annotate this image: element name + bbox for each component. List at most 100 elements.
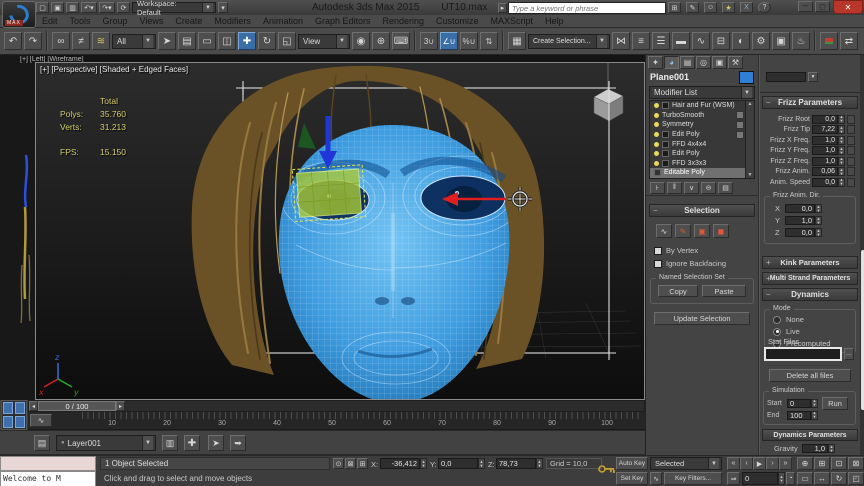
time-configuration-icon[interactable]: ◔ <box>786 472 795 485</box>
dynamics-rollout-header[interactable]: − Dynamics <box>762 287 858 301</box>
dynamics-parameters-rollout-header[interactable]: Dynamics Parameters <box>762 429 858 441</box>
edit-named-selections-icon[interactable]: ▦ <box>508 32 526 50</box>
modifier-row[interactable]: FFD 4x4x4 <box>650 139 754 149</box>
show-end-result-icon[interactable]: ‖ <box>667 181 682 194</box>
modifier-row-selected[interactable]: Editable Poly <box>650 168 754 178</box>
frizz-root-spinner[interactable]: ▲ ▼ <box>838 114 845 124</box>
mirror-icon[interactable]: ⋈ <box>612 32 630 50</box>
material-editor-icon[interactable]: ◐ <box>732 32 750 50</box>
dir-x-field[interactable]: 0,0 <box>785 204 815 213</box>
motion-tab-icon[interactable]: ◎ <box>696 55 711 69</box>
modifier-row[interactable]: Hair and Fur (WSM) <box>650 101 754 111</box>
isolate-compare-icon[interactable]: ⇄ <box>840 32 858 50</box>
workspace-extra-dropdown-icon[interactable]: ▾ <box>218 2 228 13</box>
maxscript-mini-listener[interactable]: Welcome to M <box>0 471 96 486</box>
vertices-subobject-icon[interactable]: ✎ <box>675 224 691 238</box>
menu-customize[interactable]: Customize <box>430 16 485 26</box>
default-in-out-tangents-icon[interactable]: ∿ <box>650 472 662 485</box>
modifier-row[interactable]: Symmetry <box>650 120 754 130</box>
ffd-selection-patch[interactable] <box>291 164 367 223</box>
render-production-icon[interactable]: ♨ <box>792 32 810 50</box>
max-logo[interactable]: MAX <box>2 0 36 29</box>
save-file-icon[interactable]: ▥ <box>66 2 79 13</box>
time-slider-track[interactable]: ◂ 0 / 100 ▸ <box>28 400 645 412</box>
frizz-root-anim-key[interactable] <box>847 114 855 124</box>
element-subobject-icon[interactable]: ◼ <box>713 224 729 238</box>
lightbulb-icon[interactable] <box>654 160 659 166</box>
ribbon-toggle-icon[interactable]: ▬ <box>672 32 690 50</box>
profile-icon[interactable]: ☺ <box>704 2 717 13</box>
polygon-subobject-icon[interactable]: ▣ <box>694 224 710 238</box>
select-and-rotate-icon[interactable]: ↻ <box>258 32 276 50</box>
pin-stack-icon[interactable]: ⊦ <box>650 181 665 194</box>
select-objects-in-layer-icon[interactable]: ➤ <box>208 435 224 451</box>
go-to-end-icon[interactable]: » <box>779 457 792 470</box>
open-file-icon[interactable]: ▣ <box>51 2 64 13</box>
new-scene-icon[interactable]: ▢ <box>36 2 49 13</box>
modifier-row[interactable]: FFD 3x3x3 <box>650 159 754 169</box>
mode-none-radio[interactable] <box>773 315 781 324</box>
x-coord-spinner[interactable]: ▲ ▼ <box>420 458 427 469</box>
curve-editor-icon[interactable]: ∿ <box>692 32 710 50</box>
lightbulb-icon[interactable] <box>654 141 659 147</box>
anim-speed-field[interactable]: 0,0 <box>812 177 838 187</box>
key-filters-button[interactable]: Key Filters... <box>664 472 722 485</box>
exchange-apps-icon[interactable]: X <box>740 2 753 13</box>
frizz-y-freq-spinner[interactable]: ▲ ▼ <box>838 146 845 156</box>
make-unique-icon[interactable]: ∨ <box>684 181 699 194</box>
copy-button[interactable]: Copy <box>658 285 698 297</box>
dir-x-spinner[interactable]: ▲ ▼ <box>815 204 822 213</box>
align-icon[interactable]: ≡ <box>632 32 650 50</box>
redo-icon[interactable]: ↷▾ <box>99 2 115 13</box>
zoom-extents-icon[interactable]: ⊡ <box>831 457 847 470</box>
minimize-button[interactable]: ─ <box>798 1 813 12</box>
select-and-manipulate-icon[interactable]: ⊕ <box>372 32 390 50</box>
stat-files-browse-icon[interactable]: … <box>844 348 854 360</box>
frizz-z-freq-spinner[interactable]: ▲ ▼ <box>838 156 845 166</box>
previous-frame-arrow-icon[interactable]: ◂ <box>29 401 38 411</box>
frame-spinner[interactable]: ▲ ▼ <box>778 472 785 485</box>
y-coord-field[interactable]: 0,0 <box>438 458 478 469</box>
frizz-y-freq-field[interactable]: 1,0 <box>812 146 838 156</box>
zoom-all-icon[interactable]: ⊞ <box>814 457 830 470</box>
current-frame-field[interactable]: 0 <box>742 472 778 485</box>
anim-speed-spinner[interactable]: ▲ ▼ <box>838 177 845 187</box>
use-pivot-center-icon[interactable]: ◉ <box>352 32 370 50</box>
panel-scrollbar-thumb[interactable] <box>860 250 864 410</box>
select-and-move-icon[interactable]: ✚ <box>238 32 256 50</box>
frizz-anim-anim-key[interactable] <box>847 167 855 177</box>
kink-parameters-rollout-header[interactable]: + Kink Parameters <box>762 255 858 269</box>
percent-snap-icon[interactable]: %∪ <box>460 32 478 50</box>
configure-modifier-sets-icon[interactable]: ▤ <box>718 181 733 194</box>
anim-speed-anim-key[interactable] <box>847 177 855 187</box>
selection-lock-icon[interactable]: ⊠ <box>345 458 356 469</box>
frizz-tip-spinner[interactable]: ▲ ▼ <box>838 125 845 135</box>
truncated-field[interactable] <box>766 72 806 82</box>
community-search-icon[interactable]: ⊞ <box>668 2 681 13</box>
modifier-toggle-icon[interactable] <box>736 130 744 139</box>
search-history-icon[interactable]: ▸ <box>498 3 507 13</box>
spinner-snap-icon[interactable]: ⇅ <box>480 32 498 50</box>
modifier-toggle-icon[interactable] <box>736 111 744 120</box>
menu-help[interactable]: Help <box>539 16 570 26</box>
next-frame-icon[interactable]: › <box>766 457 779 470</box>
maximize-button[interactable]: ▢ <box>815 1 830 12</box>
play-icon[interactable]: ▶ <box>753 457 766 470</box>
selection-region-icon[interactable]: ▭ <box>198 32 216 50</box>
dir-z-field[interactable]: 0,0 <box>785 228 815 237</box>
next-frame-arrow-icon[interactable]: ▸ <box>116 401 125 411</box>
select-by-name-icon[interactable]: ▤ <box>178 32 196 50</box>
set-current-layer-icon[interactable]: ➥ <box>230 435 246 451</box>
menu-tools[interactable]: Tools <box>64 16 97 26</box>
frizz-root-field[interactable]: 0,0 <box>812 114 838 124</box>
lightbulb-icon[interactable] <box>654 132 659 138</box>
by-vertex-checkbox[interactable] <box>654 246 662 255</box>
rendered-frame-icon[interactable]: ▣ <box>772 32 790 50</box>
end-field[interactable]: 100 <box>787 410 811 420</box>
frizz-z-freq-field[interactable]: 1,0 <box>812 156 838 166</box>
menu-maxscript[interactable]: MAXScript <box>485 16 540 26</box>
frizz-x-freq-spinner[interactable]: ▲ ▼ <box>838 135 845 145</box>
frizz-parameters-rollout-header[interactable]: − Frizz Parameters <box>762 96 858 109</box>
modifier-list-dropdown[interactable]: Modifier List ▼ <box>649 86 755 99</box>
perspective-scene[interactable]: x y z <box>36 63 645 400</box>
